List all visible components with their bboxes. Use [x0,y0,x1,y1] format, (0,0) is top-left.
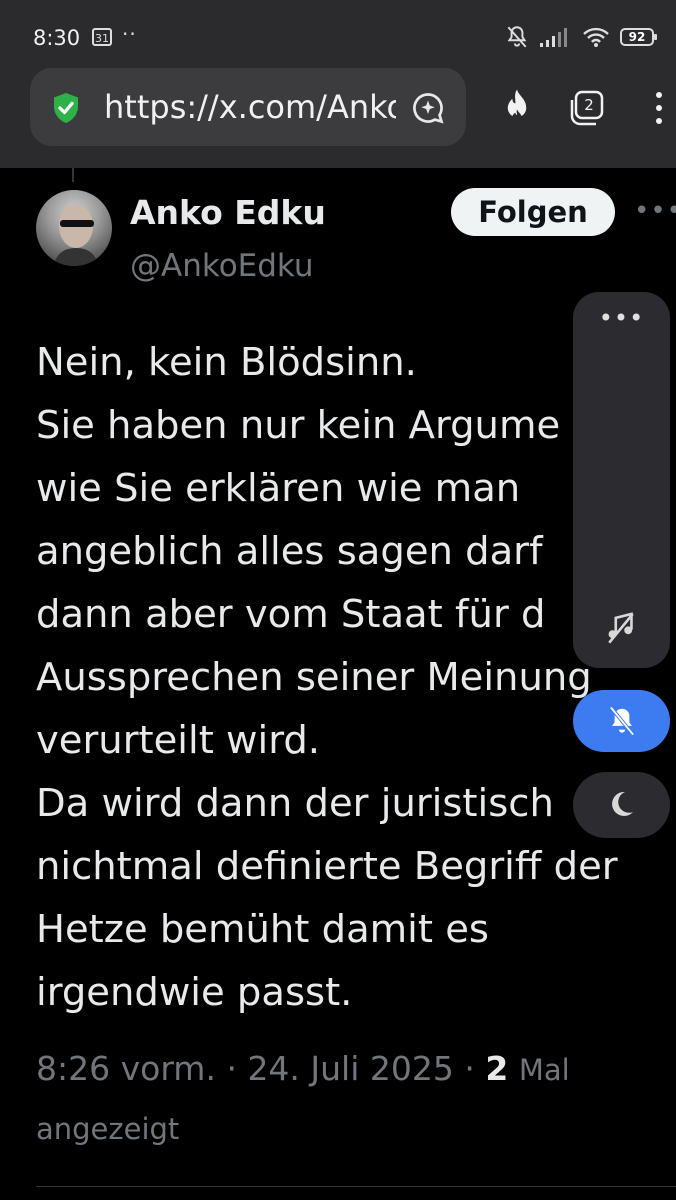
status-icons: 92 [504,24,657,50]
ai-chat-icon[interactable] [410,90,446,126]
tweet-line: nichtmal definierte Begriff der [36,844,618,889]
views-count: 2 [485,1049,509,1088]
address-bar[interactable]: https://x.com/AnkoEdku [30,68,466,146]
meta-separator: · [464,1049,475,1088]
wifi-icon [583,27,609,47]
author-name[interactable]: Anko Edku [130,193,326,232]
tabs-button[interactable]: 2 [568,88,608,128]
calendar-icon: 31 [92,28,112,46]
bell-off-icon [609,706,635,736]
thread-line [72,168,74,182]
author-handle[interactable]: @AnkoEdku [130,248,314,284]
tweet-date[interactable]: 24. Juli 2025 [247,1049,453,1088]
browser-chrome: 8:30 31 ·· 92 https://x.com/AnkoEdku [0,0,676,168]
bell-muted-icon [507,26,527,48]
meta-separator: · [226,1049,237,1088]
panel-more-icon[interactable]: ••• [573,304,670,332]
avatar-person-icon [54,204,98,266]
battery-icon: 92 [620,28,657,46]
avatar[interactable] [36,190,112,266]
dark-mode-toggle[interactable] [573,772,670,838]
more-options-icon[interactable]: ••• [634,196,676,226]
floating-side-panel: ••• [573,292,670,668]
shield-check-icon [54,93,78,123]
views-label: Mal [518,1053,570,1087]
tweet-line: irgendwie passt. [36,970,353,1015]
divider [36,1186,676,1187]
menu-kebab-icon[interactable] [650,90,668,126]
mute-toggle[interactable] [573,690,670,752]
tab-count: 2 [584,96,594,114]
music-off-icon[interactable] [605,610,637,644]
tweet-line: Hetze bemüht damit es [36,907,489,952]
flame-icon[interactable] [498,88,536,128]
more-notifications-icon: ·· [122,22,137,46]
views-label-2: angezeigt [36,1112,180,1146]
signal-icon [540,28,567,47]
tweet-time[interactable]: 8:26 vorm. [36,1049,216,1088]
tweet-meta: 8:26 vorm. · 24. Juli 2025 · 2 Mal angez… [36,1040,656,1158]
status-time: 8:30 [33,26,81,50]
url-text[interactable]: https://x.com/AnkoEdku [104,88,396,126]
follow-button[interactable]: Folgen [451,188,615,236]
moon-icon [612,791,633,816]
